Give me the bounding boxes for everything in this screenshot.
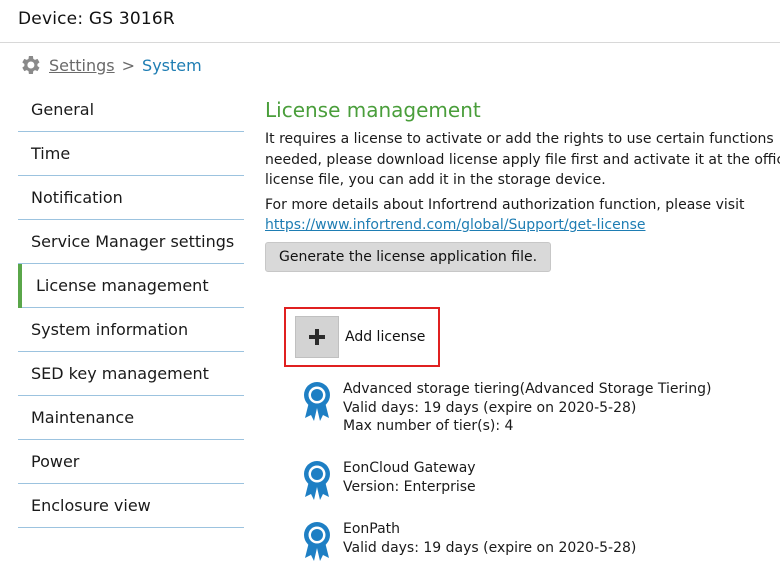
device-header: Device: GS 3016R [0,0,780,43]
device-title: Device: GS 3016R [18,9,175,29]
sidebar-item-label: Time [31,144,71,163]
get-license-link[interactable]: https://www.infortrend.com/global/Suppor… [265,215,780,236]
sidebar-item-label: Power [31,452,80,471]
license-detail: Valid days: 19 days (expire on 2020-5-28… [343,399,637,416]
sidebar-item-notification[interactable]: Notification [18,176,244,220]
license-name: EonPath [343,521,401,537]
sidebar-item-power[interactable]: Power [18,440,244,484]
license-item: EonPath Valid days: 19 days (expire on 2… [302,520,636,562]
license-description: It requires a license to activate or add… [265,129,780,215]
breadcrumb: Settings > System [18,53,202,77]
sidebar-item-label: Notification [31,188,123,207]
gear-icon [22,56,40,74]
license-name: Advanced storage tiering(Advanced Storag… [343,381,712,397]
description-line: It requires a license to activate or add… [265,131,774,147]
generate-license-file-button[interactable]: Generate the license application file. [265,241,552,272]
details-text: For more details about Infortrend author… [265,196,745,213]
award-ribbon-icon [304,461,330,500]
sidebar-item-label: Maintenance [31,408,135,427]
sidebar-item-service-manager[interactable]: Service Manager settings [18,220,244,264]
add-license-label: Add license [345,329,426,345]
sidebar-item-maintenance[interactable]: Maintenance [18,396,244,440]
page-title: License management [265,98,481,122]
sidebar-item-enclosure-view[interactable]: Enclosure view [18,484,244,528]
add-license-highlight: Add license [284,307,440,367]
sidebar-item-license-management[interactable]: License management [18,264,244,308]
plus-icon [295,316,339,358]
sidebar-item-general[interactable]: General [18,88,244,132]
breadcrumb-settings-link[interactable]: Settings [49,56,115,75]
breadcrumb-current: System [142,55,202,75]
add-license-button[interactable]: Add license [295,316,425,358]
sidebar-item-label: License management [36,276,209,295]
sidebar-item-label: SED key management [31,364,209,383]
license-management-panel: License management It requires a license… [265,98,780,272]
sidebar-item-label: General [31,100,95,119]
license-detail: Valid days: 19 days (expire on 2020-5-28… [343,539,637,556]
license-detail: Version: Enterprise [343,478,476,495]
award-ribbon-icon [304,382,330,421]
sidebar-item-system-information[interactable]: System information [18,308,244,352]
breadcrumb-separator: > [121,55,136,75]
sidebar-item-label: Service Manager settings [31,232,235,251]
license-item: Advanced storage tiering(Advanced Storag… [302,380,711,436]
sidebar-item-label: System information [31,320,189,339]
license-name: EonCloud Gateway [343,460,476,476]
award-ribbon-icon [304,522,330,561]
description-line: license file, you can add it in the stor… [265,172,606,188]
license-detail: Max number of tier(s): 4 [343,418,514,434]
sidebar-item-label: Enclosure view [31,496,151,515]
sidebar-item-time[interactable]: Time [18,132,244,176]
sidebar-item-sed-key-management[interactable]: SED key management [18,352,244,396]
settings-sidebar: General Time Notification Service Manage… [18,88,244,528]
description-line: needed, please download license apply fi… [265,151,780,168]
license-item: EonCloud Gateway Version: Enterprise [302,459,476,501]
